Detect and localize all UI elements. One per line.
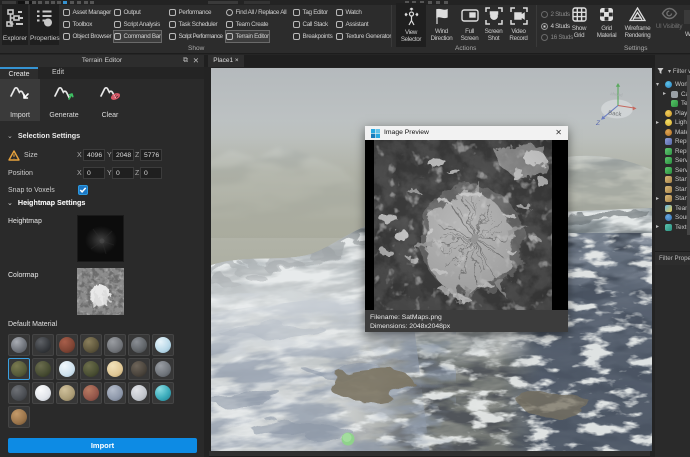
svg-text:i: i — [47, 20, 49, 27]
